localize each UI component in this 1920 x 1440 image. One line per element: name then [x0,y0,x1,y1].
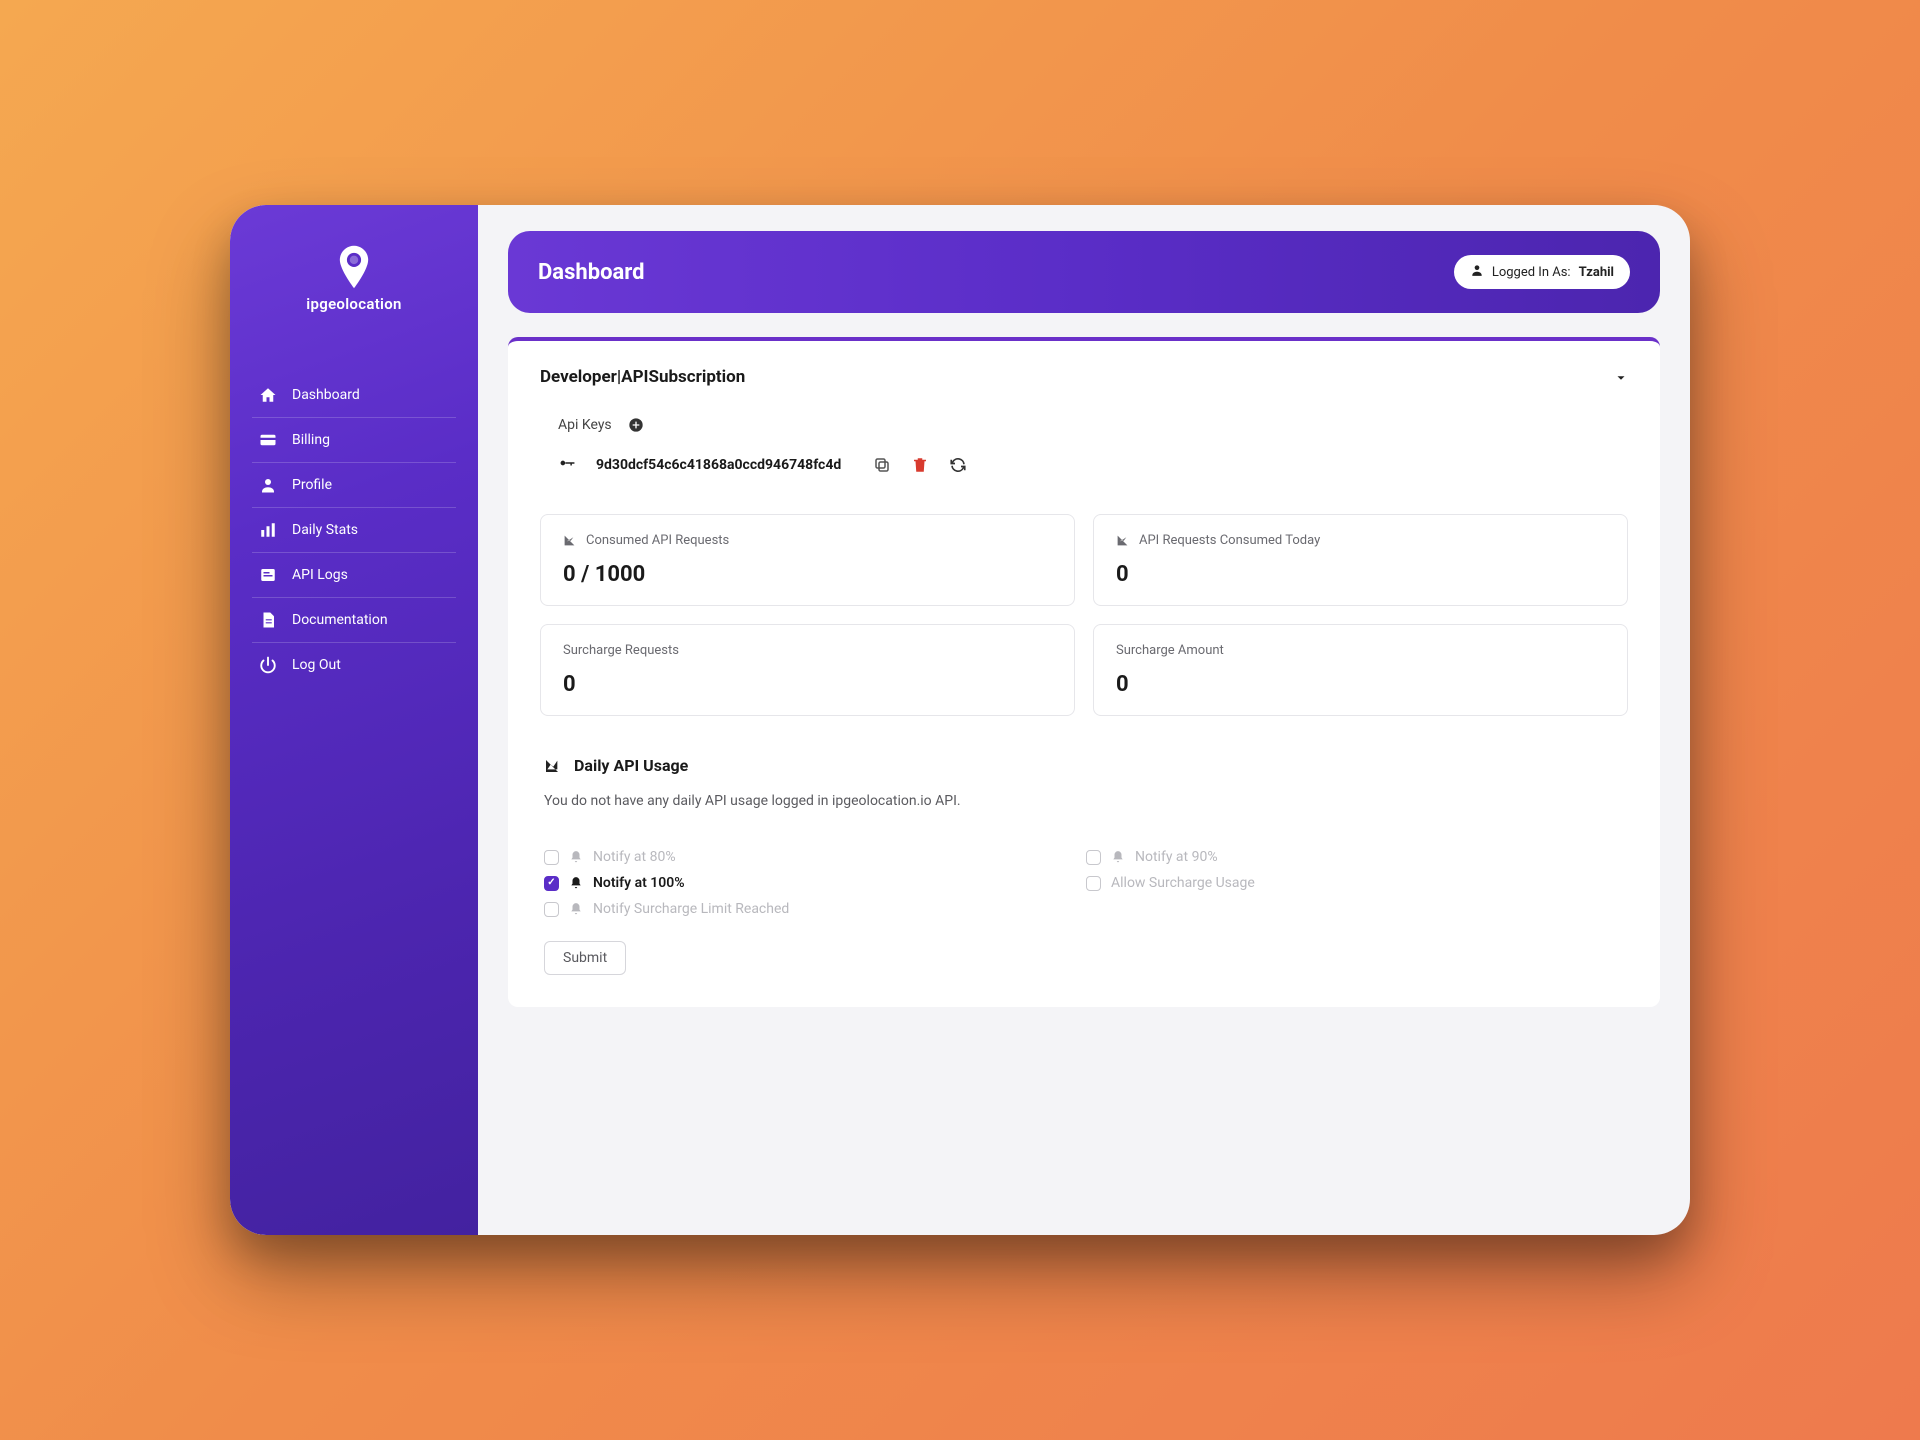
page-header: Dashboard Logged In As: Tzahil [508,231,1660,313]
stat-value: 0 / 1000 [563,562,1052,587]
card-header: Developer|APISubscription [540,367,1628,387]
sidebar-item-label: Profile [292,477,332,493]
page-title: Dashboard [538,260,645,285]
refresh-icon[interactable] [949,456,967,474]
brand-logo: ipgeolocation [306,245,401,313]
stat-label-text: Consumed API Requests [586,533,729,548]
sidebar-item-api-logs[interactable]: API Logs [252,553,456,598]
notify-label: Notify at 90% [1135,849,1218,865]
notify-label: Notify Surcharge Limit Reached [593,901,789,917]
card-icon [258,430,278,450]
bell-icon [569,902,583,916]
checkbox-notify-80[interactable] [544,850,559,865]
usage-empty-message: You do not have any daily API usage logg… [540,793,1628,809]
card-title: Developer|APISubscription [540,367,745,387]
bell-icon [569,876,583,890]
logged-in-label: Logged In As: [1492,265,1571,280]
bell-icon [569,850,583,864]
stat-label-text: Surcharge Requests [563,643,679,658]
stat-surcharge-requests: Surcharge Requests 0 [540,624,1075,716]
main-content: Dashboard Logged In As: Tzahil Developer… [478,205,1690,1235]
checkbox-notify-90[interactable] [1086,850,1101,865]
api-keys-label-text: Api Keys [558,417,612,433]
stats-icon [258,520,278,540]
sidebar-item-logout[interactable]: Log Out [252,643,456,687]
power-icon [258,655,278,675]
key-actions [873,456,967,474]
stat-label: API Requests Consumed Today [1116,533,1605,548]
chart-icon [1116,534,1129,547]
stat-label: Surcharge Requests [563,643,1052,658]
chevron-down-icon[interactable] [1614,370,1628,384]
sidebar-item-label: Log Out [292,657,341,673]
sidebar-item-dashboard[interactable]: Dashboard [252,373,456,418]
delete-icon[interactable] [911,456,929,474]
map-pin-icon [337,245,371,289]
stat-label-text: API Requests Consumed Today [1139,533,1320,548]
notify-at-90: Notify at 90% [1086,849,1628,865]
document-icon [258,610,278,630]
stats-grid: Consumed API Requests 0 / 1000 API Reque… [540,514,1628,716]
user-icon [258,475,278,495]
sidebar: ipgeolocation Dashboard Billing Profile … [230,205,478,1235]
key-icon [560,455,574,474]
stat-value: 0 [563,672,1052,697]
area-chart-icon [544,758,560,774]
chart-icon [563,534,576,547]
checkbox-notify-100[interactable] [544,876,559,891]
home-icon [258,385,278,405]
logs-icon [258,565,278,585]
sidebar-item-billing[interactable]: Billing [252,418,456,463]
add-key-button[interactable] [628,417,644,433]
notify-surcharge-limit: Notify Surcharge Limit Reached [544,901,1086,917]
stat-consumed-requests: Consumed API Requests 0 / 1000 [540,514,1075,606]
usage-title-text: Daily API Usage [574,756,688,775]
checkbox-surcharge-limit[interactable] [544,902,559,917]
usage-section-title: Daily API Usage [540,756,1628,775]
sidebar-item-label: API Logs [292,567,348,583]
notify-at-80: Notify at 80% [544,849,1086,865]
notify-label: Allow Surcharge Usage [1111,875,1255,891]
allow-surcharge-usage: Allow Surcharge Usage [1086,875,1628,891]
notify-at-100: Notify at 100% [544,875,1086,891]
stat-value: 0 [1116,562,1605,587]
stat-value: 0 [1116,672,1605,697]
api-keys-heading: Api Keys [540,417,1628,433]
sidebar-item-label: Daily Stats [292,522,358,538]
copy-icon[interactable] [873,456,891,474]
notify-label: Notify at 80% [593,849,676,865]
user-name: Tzahil [1579,265,1614,280]
sidebar-item-label: Documentation [292,612,388,628]
stat-label: Surcharge Amount [1116,643,1605,658]
notify-label: Notify at 100% [593,875,685,891]
sidebar-item-daily-stats[interactable]: Daily Stats [252,508,456,553]
user-icon [1470,263,1484,281]
stat-consumed-today: API Requests Consumed Today 0 [1093,514,1628,606]
stat-label-text: Surcharge Amount [1116,643,1224,658]
submit-button[interactable]: Submit [544,941,626,975]
stat-surcharge-amount: Surcharge Amount 0 [1093,624,1628,716]
app-window: ipgeolocation Dashboard Billing Profile … [230,205,1690,1235]
checkbox-allow-surcharge[interactable] [1086,876,1101,891]
sidebar-nav: Dashboard Billing Profile Daily Stats AP… [230,373,478,687]
sidebar-item-label: Dashboard [292,387,360,403]
sidebar-item-profile[interactable]: Profile [252,463,456,508]
stat-label: Consumed API Requests [563,533,1052,548]
notification-settings: Notify at 80% Notify at 90% Notify at 10… [540,849,1628,917]
brand-name: ipgeolocation [306,295,401,313]
subscription-card: Developer|APISubscription Api Keys 9d30d… [508,337,1660,1007]
user-badge[interactable]: Logged In As: Tzahil [1454,255,1630,289]
api-key-row: 9d30dcf54c6c41868a0ccd946748fc4d [540,455,1628,474]
api-key-value: 9d30dcf54c6c41868a0ccd946748fc4d [596,457,841,473]
sidebar-item-label: Billing [292,432,330,448]
sidebar-item-documentation[interactable]: Documentation [252,598,456,643]
bell-icon [1111,850,1125,864]
